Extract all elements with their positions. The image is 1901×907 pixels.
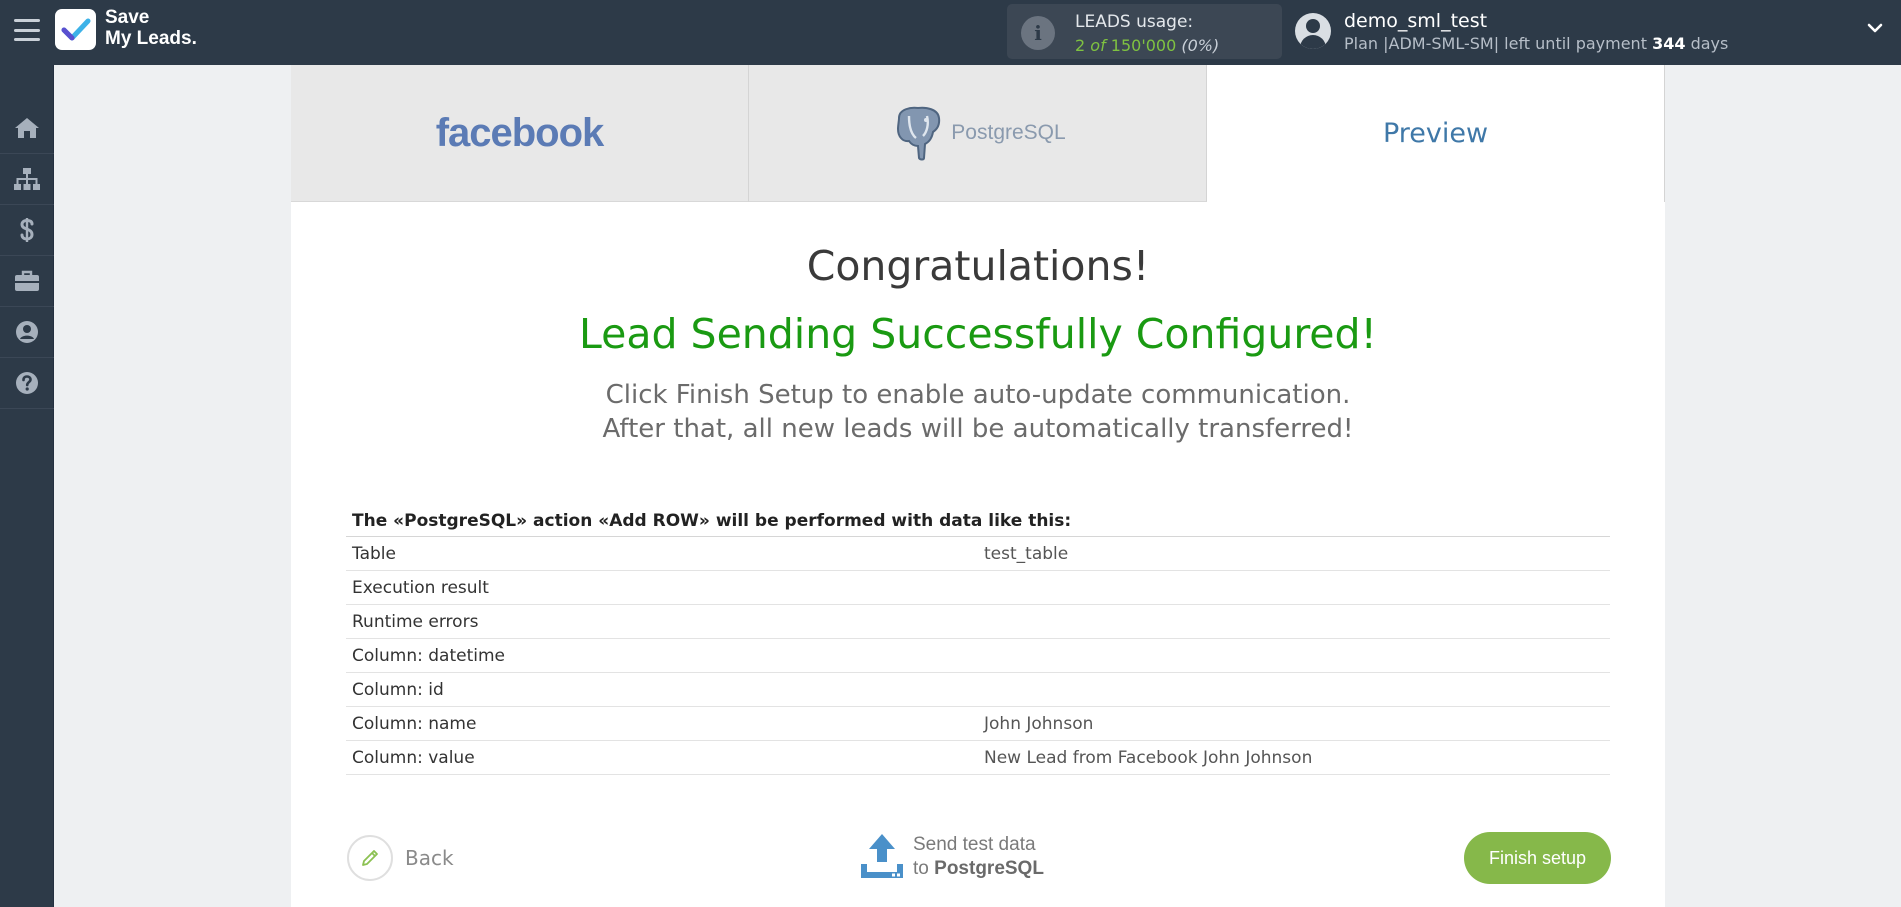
- hamburger-icon[interactable]: [14, 19, 40, 41]
- table-row: Column: datetime: [346, 639, 1610, 673]
- row-value: New Lead from Facebook John Johnson: [984, 748, 1313, 768]
- dollar-icon: [20, 218, 34, 242]
- table-row: Runtime errors: [346, 605, 1610, 639]
- sidebar: [0, 65, 54, 907]
- top-bar: Save My Leads. i LEADS usage: 2 of 150'0…: [0, 0, 1901, 65]
- send-line-2: to PostgreSQL: [913, 858, 1044, 880]
- user-circle-icon: [16, 321, 38, 343]
- chevron-down-icon[interactable]: [1867, 20, 1883, 36]
- send-test-data-button[interactable]: Send test data to PostgreSQL: [859, 830, 1059, 886]
- postgresql-wordmark: PostgreSQL: [951, 121, 1066, 144]
- postgresql-logo: PostgreSQL: [889, 104, 1066, 162]
- tab-source[interactable]: facebook: [291, 65, 749, 202]
- send-line-2-target: PostgreSQL: [934, 858, 1044, 879]
- plan-prefix: Plan |ADM-SML-SM| left until payment: [1344, 34, 1647, 53]
- usage-of: of: [1090, 36, 1106, 55]
- send-line-1: Send test data: [913, 834, 1036, 855]
- pencil-icon: [347, 835, 393, 881]
- sidebar-item-profile[interactable]: [0, 307, 54, 358]
- tab-preview[interactable]: Preview: [1207, 65, 1665, 202]
- row-key: Column: value: [352, 748, 475, 768]
- leads-usage-box: i LEADS usage: 2 of 150'000 (0%): [1007, 4, 1282, 59]
- tab-destination[interactable]: PostgreSQL: [749, 65, 1207, 202]
- sidebar-item-services[interactable]: [0, 256, 54, 307]
- facebook-logo: facebook: [435, 110, 605, 155]
- main-panel: facebook PostgreSQL Preview Congratulati…: [291, 65, 1665, 907]
- home-icon: [15, 118, 39, 138]
- send-line-2-prefix: to: [913, 858, 929, 879]
- row-key: Runtime errors: [352, 612, 479, 632]
- usage-label: LEADS usage:: [1075, 12, 1194, 32]
- instructions-line-2: After that, all new leads will be automa…: [602, 414, 1354, 444]
- table-row: Table test_table: [346, 537, 1610, 571]
- row-key: Column: datetime: [352, 646, 505, 666]
- instructions-line-1: Click Finish Setup to enable auto-update…: [605, 380, 1351, 410]
- user-avatar-icon[interactable]: [1295, 13, 1331, 49]
- sidebar-item-billing[interactable]: [0, 205, 54, 256]
- plan-info: Plan |ADM-SML-SM| left until payment 344…: [1344, 34, 1728, 53]
- congratulations-heading: Congratulations!: [806, 242, 1150, 290]
- finish-setup-button[interactable]: Finish setup: [1464, 832, 1611, 884]
- table-title: The «PostgreSQL» action «Add ROW» will b…: [346, 506, 1610, 537]
- info-icon: i: [1021, 16, 1055, 50]
- row-value: test_table: [984, 544, 1069, 564]
- sidebar-item-help[interactable]: [0, 358, 54, 409]
- table-row: Column: value New Lead from Facebook Joh…: [346, 741, 1610, 775]
- help-icon: [16, 372, 38, 394]
- row-key: Column: id: [352, 680, 444, 700]
- briefcase-icon: [15, 270, 39, 291]
- back-label: Back: [405, 846, 454, 870]
- usage-value: 2 of 150'000 (0%): [1075, 36, 1219, 55]
- upload-icon: [861, 834, 903, 878]
- sitemap-icon: [14, 168, 40, 190]
- row-value: John Johnson: [984, 714, 1094, 734]
- plan-days: 344: [1652, 34, 1686, 53]
- logo-line-2: My Leads.: [105, 28, 197, 49]
- preview-table: The «PostgreSQL» action «Add ROW» will b…: [346, 506, 1610, 775]
- back-button[interactable]: Back: [347, 835, 454, 881]
- plan-days-suffix: days: [1690, 34, 1729, 53]
- logo-text[interactable]: Save My Leads.: [105, 7, 197, 49]
- usage-used: 2: [1075, 36, 1086, 55]
- instructions: Click Finish Setup to enable auto-update…: [291, 378, 1665, 446]
- success-message: Lead Sending Successfully Configured!: [579, 310, 1377, 358]
- row-key: Column: name: [352, 714, 477, 734]
- table-row: Column: id: [346, 673, 1610, 707]
- sidebar-item-connections[interactable]: [0, 154, 54, 205]
- usage-percent: (0%): [1181, 36, 1220, 55]
- username[interactable]: demo_sml_test: [1344, 10, 1487, 32]
- table-row: Column: name John Johnson: [346, 707, 1610, 741]
- row-key: Table: [352, 544, 396, 564]
- table-row: Execution result: [346, 571, 1610, 605]
- postgresql-elephant-icon: [897, 106, 941, 161]
- logo-checkmark-icon[interactable]: [55, 9, 96, 50]
- logo-line-1: Save: [105, 7, 150, 28]
- row-key: Execution result: [352, 578, 489, 598]
- sidebar-item-home[interactable]: [0, 103, 54, 154]
- usage-total: 150'000: [1110, 36, 1177, 55]
- tab-preview-label: Preview: [1382, 118, 1489, 149]
